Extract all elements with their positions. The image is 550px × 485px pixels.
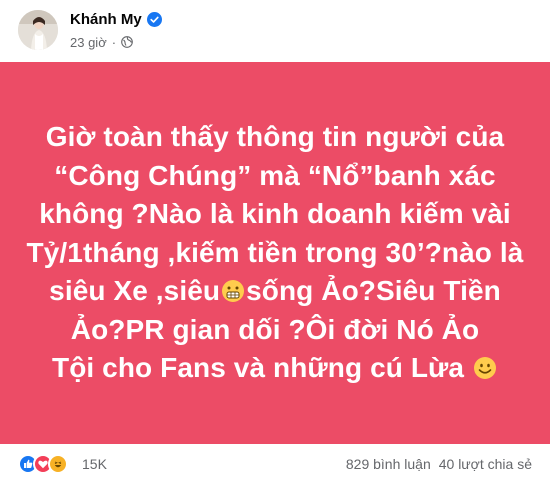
post-line: Tỷ/1tháng ,kiếm tiền trong 30’?nào là: [26, 236, 524, 268]
reaction-icons[interactable]: [18, 454, 68, 474]
reaction-count[interactable]: 15K: [82, 456, 107, 472]
author-avatar[interactable]: [18, 10, 58, 50]
smiling-face-icon: [473, 352, 497, 380]
haha-icon: [48, 454, 68, 474]
post-footer: 15K 829 bình luận 40 lượt chia sẻ: [0, 448, 550, 480]
facebook-post: Khánh My 23 giờ · Giờ toàn thấy thông ti…: [0, 0, 550, 485]
timestamp-row: 23 giờ ·: [70, 34, 162, 50]
separator-dot: ·: [111, 34, 117, 50]
post-line: “Công Chúng” mà “Nổ”banh xác: [54, 159, 496, 191]
share-count[interactable]: 40 lượt chia sẻ: [439, 456, 532, 472]
post-time[interactable]: 23 giờ: [70, 35, 107, 50]
comment-count[interactable]: 829 bình luận: [346, 456, 431, 472]
post-meta: Khánh My 23 giờ ·: [70, 8, 162, 50]
post-text: Giờ toàn thấy thông tin người của “Công …: [25, 118, 525, 388]
post-line: Tội cho Fans và những cú Lừa: [52, 352, 465, 384]
colored-text-post: Giờ toàn thấy thông tin người của “Công …: [0, 62, 550, 444]
globe-icon: [121, 36, 133, 48]
post-line: Ảo?PR gian dối ?Ôi đời Nó Ảo: [70, 313, 480, 345]
engagement-stats: 829 bình luận 40 lượt chia sẻ: [346, 456, 532, 472]
post-header: Khánh My 23 giờ ·: [18, 8, 162, 58]
verified-badge-icon: [146, 11, 162, 27]
author-name[interactable]: Khánh My: [70, 11, 142, 28]
post-line: sống Ảo?Siêu Tiền: [246, 275, 501, 307]
grimacing-face-icon: [221, 275, 245, 303]
post-line: Giờ toàn thấy thông tin người của: [45, 121, 505, 153]
author-row: Khánh My: [70, 10, 162, 28]
post-line: không ?Nào là kinh doanh kiếm vài: [39, 198, 511, 230]
post-line: siêu Xe ,siêu: [49, 275, 221, 307]
post-line: [464, 352, 472, 383]
